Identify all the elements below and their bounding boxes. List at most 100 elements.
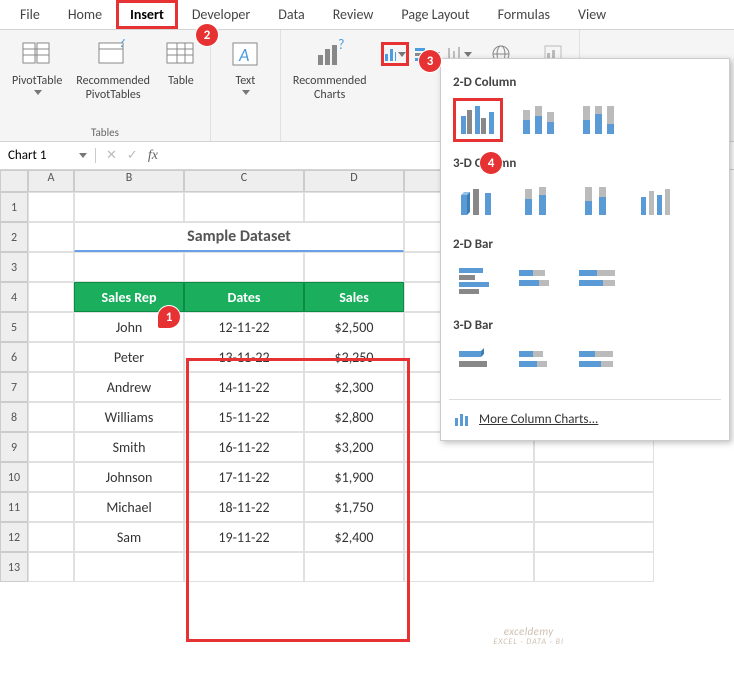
cell[interactable]	[534, 522, 654, 552]
row-header[interactable]: 11	[0, 492, 28, 522]
table-cell[interactable]: Peter	[74, 342, 184, 372]
clustered-column-option[interactable]	[453, 98, 503, 142]
3d-column-option[interactable]	[633, 179, 683, 223]
row-header[interactable]: 4	[0, 282, 28, 312]
cell[interactable]	[184, 252, 304, 282]
cell[interactable]	[28, 222, 74, 252]
3d-stacked-column-option[interactable]	[513, 179, 563, 223]
table-cell[interactable]: $1,750	[304, 492, 404, 522]
table-cell[interactable]: 15-11-22	[184, 402, 304, 432]
cell[interactable]	[404, 552, 534, 582]
col-header[interactable]: A	[28, 170, 74, 192]
cell[interactable]	[534, 462, 654, 492]
tab-file[interactable]: File	[6, 0, 54, 29]
cell[interactable]	[74, 552, 184, 582]
table-header[interactable]: Dates	[184, 282, 304, 312]
stacked-column-option[interactable]	[513, 98, 563, 142]
3d-100-stacked-bar-option[interactable]	[573, 341, 623, 385]
table-cell[interactable]: Smith	[74, 432, 184, 462]
pivottable-button[interactable]: PivotTable	[8, 36, 66, 97]
row-header[interactable]: 13	[0, 552, 28, 582]
table-cell[interactable]: Sam	[74, 522, 184, 552]
cell[interactable]	[404, 462, 534, 492]
row-header[interactable]: 6	[0, 342, 28, 372]
cell[interactable]	[28, 522, 74, 552]
tab-view[interactable]: View	[564, 0, 620, 29]
table-cell[interactable]: Andrew	[74, 372, 184, 402]
3d-100-stacked-column-option[interactable]	[573, 179, 623, 223]
cell[interactable]	[28, 312, 74, 342]
cell[interactable]	[28, 492, 74, 522]
table-cell[interactable]: 18-11-22	[184, 492, 304, 522]
cell[interactable]	[28, 192, 74, 222]
table-cell[interactable]: $2,800	[304, 402, 404, 432]
cell[interactable]	[28, 282, 74, 312]
cell[interactable]	[28, 462, 74, 492]
table-cell[interactable]: $2,300	[304, 372, 404, 402]
cell[interactable]	[304, 252, 404, 282]
confirm-icon[interactable]: ✓	[127, 148, 138, 163]
select-all-corner[interactable]	[0, 170, 28, 192]
row-header[interactable]: 3	[0, 252, 28, 282]
tab-data[interactable]: Data	[264, 0, 318, 29]
row-header[interactable]: 10	[0, 462, 28, 492]
name-box[interactable]: Chart 1	[0, 148, 96, 163]
table-header[interactable]: Sales	[304, 282, 404, 312]
table-cell[interactable]: 16-11-22	[184, 432, 304, 462]
tab-page-layout[interactable]: Page Layout	[387, 0, 483, 29]
tab-developer[interactable]: Developer	[178, 0, 264, 29]
table-cell[interactable]: Williams	[74, 402, 184, 432]
cell[interactable]	[304, 192, 404, 222]
stacked-bar-option[interactable]	[513, 260, 563, 304]
3d-stacked-bar-option[interactable]	[513, 341, 563, 385]
cell[interactable]	[404, 522, 534, 552]
cell[interactable]	[534, 552, 654, 582]
cell[interactable]	[184, 192, 304, 222]
row-header[interactable]: 7	[0, 372, 28, 402]
tab-home[interactable]: Home	[54, 0, 116, 29]
cell[interactable]	[304, 552, 404, 582]
table-cell[interactable]: 13-11-22	[184, 342, 304, 372]
row-header[interactable]: 5	[0, 312, 28, 342]
cell[interactable]	[28, 552, 74, 582]
cell[interactable]	[74, 252, 184, 282]
3d-clustered-bar-option[interactable]	[453, 341, 503, 385]
table-cell[interactable]: $2,400	[304, 522, 404, 552]
cell[interactable]	[28, 402, 74, 432]
tab-review[interactable]: Review	[319, 0, 388, 29]
table-cell[interactable]: $2,250	[304, 342, 404, 372]
table-cell[interactable]: 12-11-22	[184, 312, 304, 342]
cell[interactable]	[534, 492, 654, 522]
cell[interactable]	[28, 252, 74, 282]
col-header[interactable]: C	[184, 170, 304, 192]
cell[interactable]	[184, 552, 304, 582]
100-stacked-column-option[interactable]	[573, 98, 623, 142]
insert-column-chart-button[interactable]	[381, 42, 409, 66]
recommended-pivottables-button[interactable]: ? Recommended PivotTables	[72, 36, 154, 104]
fx-icon[interactable]: fx	[148, 148, 158, 164]
100-stacked-bar-option[interactable]	[573, 260, 623, 304]
more-column-charts-link[interactable]: More Column Charts...	[449, 399, 721, 436]
table-cell[interactable]: $3,200	[304, 432, 404, 462]
table-cell[interactable]: $1,900	[304, 462, 404, 492]
cell[interactable]	[28, 432, 74, 462]
row-header[interactable]: 8	[0, 402, 28, 432]
3d-clustered-column-option[interactable]	[453, 179, 503, 223]
table-cell[interactable]: 19-11-22	[184, 522, 304, 552]
row-header[interactable]: 2	[0, 222, 28, 252]
recommended-charts-button[interactable]: ? Recommended Charts	[289, 36, 371, 104]
table-cell[interactable]: Michael	[74, 492, 184, 522]
table-cell[interactable]: $2,500	[304, 312, 404, 342]
table-cell[interactable]: 14-11-22	[184, 372, 304, 402]
clustered-bar-option[interactable]	[453, 260, 503, 304]
table-cell[interactable]: 17-11-22	[184, 462, 304, 492]
row-header[interactable]: 12	[0, 522, 28, 552]
col-header[interactable]: D	[304, 170, 404, 192]
cell[interactable]	[404, 492, 534, 522]
row-header[interactable]: 1	[0, 192, 28, 222]
tab-insert[interactable]: Insert	[116, 0, 178, 29]
table-cell[interactable]: Johnson	[74, 462, 184, 492]
row-header[interactable]: 9	[0, 432, 28, 462]
cancel-icon[interactable]: ✕	[106, 148, 117, 163]
tab-formulas[interactable]: Formulas	[484, 0, 564, 29]
